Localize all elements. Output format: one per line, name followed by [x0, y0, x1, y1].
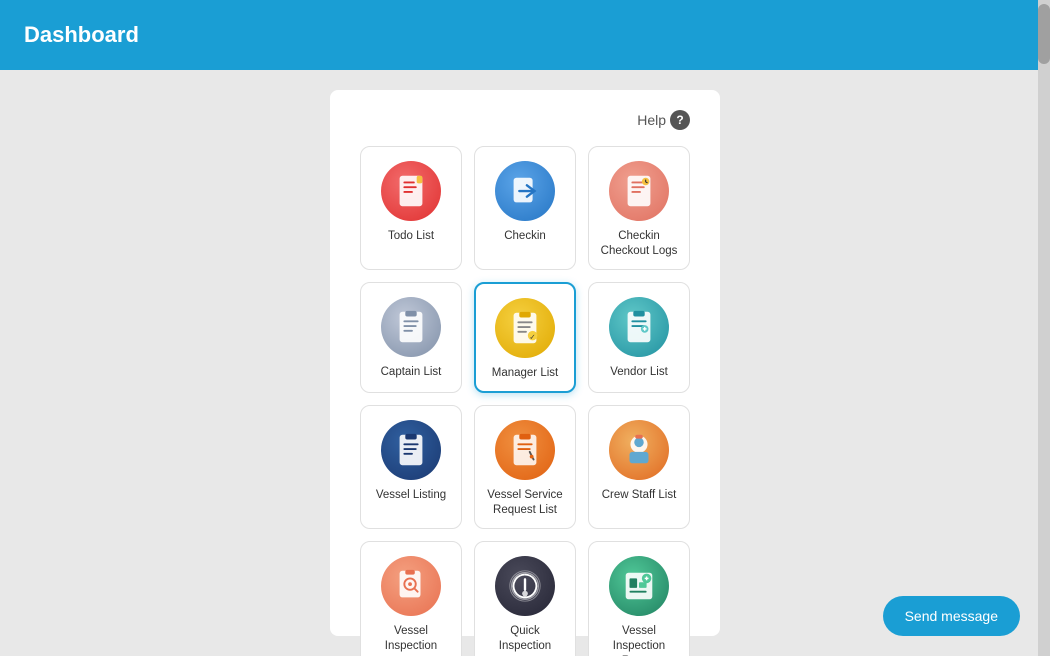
grid-item-vessel-inspection[interactable]: Vessel Inspection: [360, 541, 462, 656]
icon-vessel-inspection: [381, 556, 441, 616]
grid-item-vessel-inspection-report[interactable]: Vessel Inspection Report: [588, 541, 690, 656]
icon-manager-list: ✓: [495, 298, 555, 358]
scrollbar[interactable]: [1038, 0, 1050, 656]
label-todo-list: Todo List: [388, 229, 434, 244]
icon-captain-list: [381, 297, 441, 357]
grid-item-vessel-service-request-list[interactable]: Vessel Service Request List: [474, 405, 576, 529]
header: Dashboard: [0, 0, 1050, 70]
dashboard-grid: Todo List Checkin Checkin Checkout Logs Cap…: [360, 146, 690, 656]
label-manager-list: Manager List: [492, 366, 558, 381]
label-vessel-service-request-list: Vessel Service Request List: [483, 488, 567, 518]
icon-checkin-checkout-logs: [609, 161, 669, 221]
help-row: Help ?: [360, 110, 690, 130]
label-vessel-inspection: Vessel Inspection: [369, 624, 453, 654]
dashboard-card: Help ? Todo List Checkin Checkin Checkout …: [330, 90, 720, 636]
label-captain-list: Captain List: [381, 365, 442, 380]
label-checkin-checkout-logs: Checkin Checkout Logs: [597, 229, 681, 259]
label-vendor-list: Vendor List: [610, 365, 668, 380]
icon-crew-staff-list: [609, 420, 669, 480]
svg-text:✓: ✓: [529, 332, 535, 341]
grid-item-crew-staff-list[interactable]: Crew Staff List: [588, 405, 690, 529]
icon-vendor-list: [609, 297, 669, 357]
label-quick-inspection: Quick Inspection: [483, 624, 567, 654]
grid-item-checkin-checkout-logs[interactable]: Checkin Checkout Logs: [588, 146, 690, 270]
icon-vessel-inspection-report: [609, 556, 669, 616]
grid-item-captain-list[interactable]: Captain List: [360, 282, 462, 393]
label-crew-staff-list: Crew Staff List: [602, 488, 677, 503]
grid-item-vessel-listing[interactable]: Vessel Listing: [360, 405, 462, 529]
label-checkin: Checkin: [504, 229, 546, 244]
grid-item-quick-inspection[interactable]: Quick Inspection: [474, 541, 576, 656]
icon-quick-inspection: [495, 556, 555, 616]
grid-item-manager-list[interactable]: ✓ Manager List: [474, 282, 576, 393]
grid-item-todo-list[interactable]: Todo List: [360, 146, 462, 270]
scrollbar-thumb[interactable]: [1038, 4, 1050, 64]
label-vessel-inspection-report: Vessel Inspection Report: [597, 624, 681, 656]
icon-vessel-service-request-list: [495, 420, 555, 480]
icon-checkin: [495, 161, 555, 221]
grid-item-checkin[interactable]: Checkin: [474, 146, 576, 270]
send-message-button[interactable]: Send message: [883, 596, 1020, 636]
page-title: Dashboard: [24, 22, 139, 48]
help-icon[interactable]: ?: [670, 110, 690, 130]
main-content: Help ? Todo List Checkin Checkin Checkout …: [0, 70, 1050, 656]
icon-vessel-listing: [381, 420, 441, 480]
icon-todo-list: [381, 161, 441, 221]
help-label: Help: [637, 112, 666, 128]
label-vessel-listing: Vessel Listing: [376, 488, 446, 503]
grid-item-vendor-list[interactable]: Vendor List: [588, 282, 690, 393]
